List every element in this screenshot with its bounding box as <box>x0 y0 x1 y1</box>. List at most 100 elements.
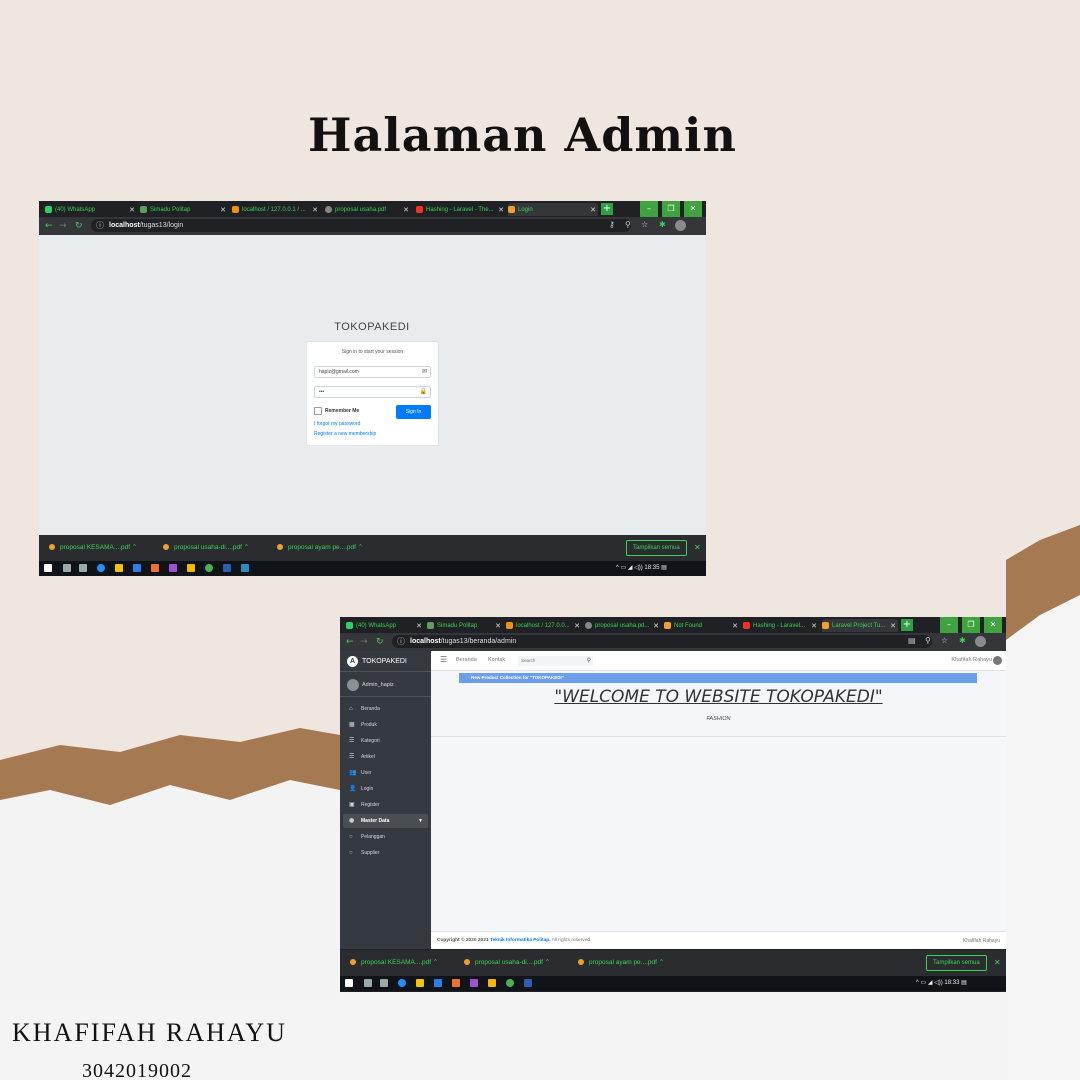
download-item[interactable]: proposal ayam pe....pdf ⌃ <box>277 543 363 551</box>
sidebar-item-pelanggan[interactable]: ○ Pelanggan <box>343 830 428 844</box>
translate-icon[interactable]: ▤ <box>908 636 916 645</box>
key-icon[interactable]: ⚷ <box>609 220 615 229</box>
forward-icon[interactable]: → <box>59 221 67 231</box>
sidebar-item-login[interactable]: 👤 Login <box>343 782 428 796</box>
download-item[interactable]: proposal usaha-di....pdf ⌃ <box>163 543 249 551</box>
register-link[interactable]: Register a new membership <box>314 431 376 437</box>
tab-simadu[interactable]: Simadu Politap ✕ <box>427 619 503 632</box>
close-icon[interactable]: ✕ <box>403 206 409 214</box>
app-icon[interactable] <box>488 979 496 987</box>
close-window-button[interactable]: ✕ <box>684 201 702 217</box>
close-icon[interactable]: ✕ <box>590 206 596 214</box>
sidebar-item-supplier[interactable]: ○ Supplier <box>343 846 428 860</box>
word-icon[interactable] <box>223 564 231 572</box>
close-icon[interactable]: ✕ <box>495 622 501 630</box>
close-icon[interactable]: ✕ <box>811 622 817 630</box>
avatar[interactable] <box>993 656 1002 665</box>
tab-simadu[interactable]: Simadu Politap ✕ <box>140 203 228 216</box>
tab-proposal[interactable]: proposal usaha.pd... ✕ <box>585 619 661 632</box>
tab-phpmyadmin[interactable]: localhost / 127.0.0... ✕ <box>506 619 582 632</box>
maximize-button[interactable]: ❐ <box>962 617 980 633</box>
sidebar-item-artikel[interactable]: ☰ Artikel <box>343 750 428 764</box>
close-icon[interactable]: ✕ <box>416 622 422 630</box>
remember-me[interactable]: Remember Me <box>314 407 359 415</box>
windows-start-icon[interactable] <box>44 564 52 572</box>
search-input[interactable]: Search ⚲ <box>518 656 593 666</box>
email-field[interactable]: hapiz@gmail.com ✉ <box>314 366 431 378</box>
close-icon[interactable]: ✕ <box>129 206 135 214</box>
sidebar-brand[interactable]: A TOKOPAKEDI <box>340 651 431 672</box>
tab-whatsapp[interactable]: (40) WhatsApp ✕ <box>45 203 137 216</box>
minimize-button[interactable]: – <box>640 201 658 217</box>
back-icon[interactable]: ← <box>45 221 53 231</box>
tab-not-found[interactable]: Not Found ✕ <box>664 619 740 632</box>
nav-link-beranda[interactable]: Beranda <box>456 657 477 663</box>
star-icon[interactable]: ☆ <box>941 636 948 645</box>
new-tab-button[interactable]: + <box>601 203 613 215</box>
close-icon[interactable]: ✕ <box>732 622 738 630</box>
task-view-icon[interactable] <box>79 564 87 572</box>
sidebar-item-beranda[interactable]: ⌂ Beranda <box>343 702 428 716</box>
tab-login[interactable]: Login ✕ <box>508 203 598 216</box>
reload-icon[interactable]: ↻ <box>75 221 83 231</box>
forgot-password-link[interactable]: I forgot my password <box>314 421 360 427</box>
profile-avatar[interactable] <box>975 636 986 647</box>
folder-icon[interactable] <box>416 979 424 987</box>
close-icon[interactable]: ✕ <box>694 543 701 552</box>
back-icon[interactable]: ← <box>346 637 354 647</box>
url-field[interactable]: ⓘ localhost/tugas13/beranda/admin <box>392 635 932 648</box>
reload-icon[interactable]: ↻ <box>376 637 384 647</box>
search-icon[interactable] <box>364 979 372 987</box>
profile-avatar[interactable] <box>675 220 686 231</box>
navbar-user-name[interactable]: Khafifah Rahayu <box>951 657 992 663</box>
tab-hashing[interactable]: Hashing - Laravel - The... ✕ <box>416 203 506 216</box>
app-icon[interactable] <box>470 979 478 987</box>
zoom-icon[interactable]: ⚲ <box>625 220 631 229</box>
download-item[interactable]: proposal KESAMA....pdf ⌃ <box>350 958 438 966</box>
folder-icon[interactable] <box>115 564 123 572</box>
tab-laravel-project[interactable]: Laravel Project Tu... ✕ <box>822 619 898 632</box>
word-icon[interactable] <box>524 979 532 987</box>
show-all-button[interactable]: Tampilkan semua <box>626 540 687 556</box>
system-tray[interactable]: ^ ▭ ◢ ◁)) 18:35 ▤ <box>616 564 667 571</box>
chrome-icon[interactable] <box>506 979 514 987</box>
tab-hashing[interactable]: Hashing - Laravel... ✕ <box>743 619 819 632</box>
windows-start-icon[interactable] <box>345 979 353 987</box>
close-icon[interactable]: ✕ <box>994 958 1001 967</box>
close-icon[interactable]: ✕ <box>220 206 226 214</box>
store-icon[interactable] <box>434 979 442 987</box>
download-item[interactable]: proposal ayam pe....pdf ⌃ <box>578 958 664 966</box>
forward-icon[interactable]: → <box>360 637 368 647</box>
task-view-icon[interactable] <box>380 979 388 987</box>
system-tray[interactable]: ^ ▭ ◢ ◁)) 18:33 ▤ <box>916 979 967 986</box>
sign-in-button[interactable]: Sign In <box>396 405 431 419</box>
sidebar-item-produk[interactable]: ▦ Produk <box>343 718 428 732</box>
footer-link[interactable]: Teknik Informatika Politap. <box>490 938 551 943</box>
new-tab-button[interactable]: + <box>901 619 913 631</box>
zoom-icon[interactable]: ⚲ <box>925 636 931 645</box>
close-window-button[interactable]: ✕ <box>984 617 1002 633</box>
app-icon[interactable] <box>187 564 195 572</box>
remember-checkbox[interactable] <box>314 407 322 415</box>
download-item[interactable]: proposal KESAMA....pdf ⌃ <box>49 543 137 551</box>
app-icon[interactable] <box>241 564 249 572</box>
tab-proposal[interactable]: proposal usaha.pdf ✕ <box>325 203 411 216</box>
search-icon[interactable]: ⚲ <box>587 656 591 666</box>
close-icon[interactable]: ✕ <box>498 206 504 214</box>
tab-whatsapp[interactable]: (40) WhatsApp ✕ <box>346 619 424 632</box>
close-icon[interactable]: ✕ <box>890 622 896 630</box>
app-icon[interactable] <box>169 564 177 572</box>
sidebar-item-user[interactable]: 👥 User <box>343 766 428 780</box>
password-field[interactable]: ••• 🔒 <box>314 386 431 398</box>
sidebar-user[interactable]: Admin_hapiz <box>340 673 431 697</box>
menu-icon[interactable]: ☰ <box>440 655 447 664</box>
sidebar-item-master-data[interactable]: ◉ Master Data ▼ <box>343 814 428 828</box>
url-field[interactable]: ⓘ localhost/tugas13/login <box>91 219 631 232</box>
close-icon[interactable]: ✕ <box>653 622 659 630</box>
extension-icon[interactable]: ✱ <box>659 220 666 229</box>
store-icon[interactable] <box>133 564 141 572</box>
close-icon[interactable]: ✕ <box>312 206 318 214</box>
maximize-button[interactable]: ❐ <box>662 201 680 217</box>
nav-link-kontak[interactable]: Kontak <box>488 657 505 663</box>
close-icon[interactable]: ✕ <box>574 622 580 630</box>
